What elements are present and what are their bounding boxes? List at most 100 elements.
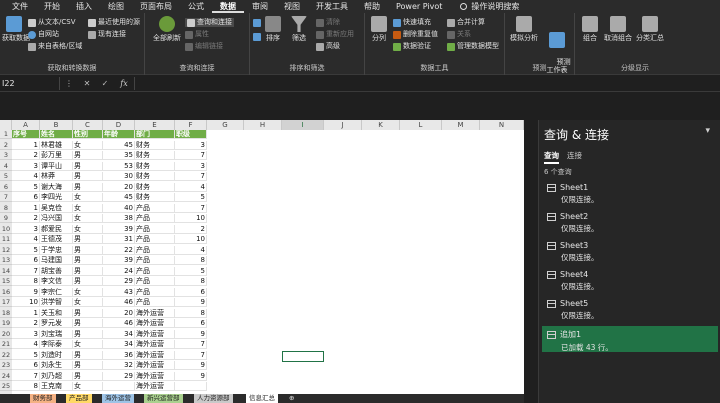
table-cell[interactable]: 男 bbox=[73, 350, 103, 360]
table-cell[interactable]: 男 bbox=[73, 308, 103, 318]
table-cell[interactable]: 9 bbox=[175, 298, 207, 307]
table-cell[interactable]: 8 bbox=[175, 256, 207, 265]
column-header[interactable]: M bbox=[442, 120, 480, 130]
query-item[interactable]: Sheet3 仅限连接。 bbox=[542, 238, 718, 264]
menu-view[interactable]: 视图 bbox=[276, 0, 308, 13]
table-header-cell[interactable]: 年龄 bbox=[103, 130, 135, 139]
table-cell[interactable]: 海外运营 bbox=[135, 350, 175, 360]
active-cell[interactable] bbox=[282, 350, 324, 362]
table-cell[interactable]: 产品 bbox=[135, 266, 175, 276]
table-cell[interactable]: 7 bbox=[175, 203, 207, 213]
table-cell[interactable]: 产品 bbox=[135, 277, 175, 286]
queries-connections-button[interactable]: 查询和连接 bbox=[185, 18, 234, 27]
row-header[interactable]: 6 bbox=[0, 183, 12, 192]
table-cell[interactable]: 3 bbox=[12, 329, 40, 339]
get-data-button[interactable]: 获取数据 bbox=[2, 16, 30, 42]
table-cell[interactable]: 5 bbox=[12, 350, 40, 360]
row-header[interactable]: 7 bbox=[0, 193, 12, 202]
column-header[interactable]: G bbox=[207, 120, 244, 130]
table-header-cell[interactable]: 部门 bbox=[135, 130, 175, 139]
table-cell[interactable]: 4 bbox=[175, 182, 207, 192]
table-cell[interactable]: 8 bbox=[175, 308, 207, 318]
row-header[interactable]: 15 bbox=[0, 277, 12, 286]
pane-options-icon[interactable]: ▾ bbox=[705, 126, 710, 136]
table-cell[interactable] bbox=[103, 382, 135, 391]
table-cell[interactable]: 李宗仁 bbox=[40, 287, 73, 297]
table-cell[interactable]: 39 bbox=[103, 256, 135, 265]
row-header[interactable]: 3 bbox=[0, 151, 12, 160]
table-cell[interactable]: 9 bbox=[175, 361, 207, 370]
table-cell[interactable]: 31 bbox=[103, 235, 135, 244]
recent-sources-button[interactable]: 最近使用的源 bbox=[88, 18, 140, 27]
select-all-corner[interactable] bbox=[0, 120, 12, 130]
table-cell[interactable]: 产品 bbox=[135, 287, 175, 297]
table-cell[interactable]: 洪学智 bbox=[40, 298, 73, 307]
table-cell[interactable]: 5 bbox=[12, 182, 40, 192]
table-cell[interactable]: 38 bbox=[103, 214, 135, 223]
table-cell[interactable]: 男 bbox=[73, 172, 103, 181]
subtotal-button[interactable]: 分类汇总 bbox=[635, 16, 665, 42]
table-cell[interactable]: 1 bbox=[12, 140, 40, 150]
column-header[interactable]: E bbox=[135, 120, 175, 130]
sheet-tab[interactable]: 海外运营 bbox=[102, 394, 134, 403]
tab-queries[interactable]: 查询 bbox=[544, 150, 559, 164]
ungroup-button[interactable]: 取消组合 bbox=[603, 16, 633, 42]
table-cell[interactable]: 35 bbox=[103, 151, 135, 160]
table-cell[interactable]: 海外运营 bbox=[135, 308, 175, 318]
table-cell[interactable]: 7 bbox=[175, 340, 207, 349]
row-header[interactable]: 11 bbox=[0, 235, 12, 244]
column-header[interactable]: C bbox=[73, 120, 103, 130]
table-cell[interactable]: 女 bbox=[73, 193, 103, 202]
menu-data[interactable]: 数据 bbox=[212, 0, 244, 13]
text-to-columns-button[interactable]: 分列 bbox=[369, 16, 389, 42]
row-header[interactable]: 5 bbox=[0, 172, 12, 181]
table-cell[interactable]: 43 bbox=[103, 287, 135, 297]
table-cell[interactable]: 男 bbox=[73, 329, 103, 339]
table-cell[interactable]: 29 bbox=[103, 277, 135, 286]
table-header-cell[interactable]: 性别 bbox=[73, 130, 103, 139]
row-header[interactable]: 4 bbox=[0, 162, 12, 171]
table-cell[interactable]: 4 bbox=[12, 172, 40, 181]
sheet-tab[interactable]: 产品部 bbox=[66, 394, 92, 403]
table-cell[interactable]: 罗元发 bbox=[40, 319, 73, 328]
table-cell[interactable]: 6 bbox=[12, 193, 40, 202]
table-cell[interactable]: 产品 bbox=[135, 245, 175, 255]
column-header[interactable]: A bbox=[12, 120, 40, 130]
table-cell[interactable]: 5 bbox=[175, 266, 207, 276]
menu-power-pivot[interactable]: Power Pivot bbox=[388, 0, 450, 13]
table-cell[interactable]: 海外运营 bbox=[135, 340, 175, 349]
filter-button[interactable]: 筛选 bbox=[290, 16, 308, 42]
table-cell[interactable]: 2 bbox=[12, 151, 40, 160]
table-cell[interactable]: 女 bbox=[73, 203, 103, 213]
table-cell[interactable]: 王克南 bbox=[40, 382, 73, 391]
row-header[interactable]: 13 bbox=[0, 256, 12, 265]
row-header[interactable]: 9 bbox=[0, 214, 12, 223]
table-cell[interactable]: 刘宝瑞 bbox=[40, 329, 73, 339]
menu-insert[interactable]: 插入 bbox=[68, 0, 100, 13]
column-header[interactable]: H bbox=[244, 120, 282, 130]
table-cell[interactable]: 李四光 bbox=[40, 193, 73, 202]
sort-za-button[interactable] bbox=[253, 33, 261, 41]
table-cell[interactable]: 男 bbox=[73, 235, 103, 244]
column-header[interactable]: D bbox=[103, 120, 135, 130]
table-cell[interactable]: 女 bbox=[73, 287, 103, 297]
table-cell[interactable]: 2 bbox=[12, 319, 40, 328]
table-cell[interactable]: 谢大海 bbox=[40, 182, 73, 192]
row-header[interactable]: 16 bbox=[0, 288, 12, 297]
formula-input[interactable] bbox=[134, 77, 720, 90]
table-cell[interactable]: 10 bbox=[175, 235, 207, 244]
table-cell[interactable]: 46 bbox=[103, 298, 135, 307]
table-cell[interactable]: 2 bbox=[175, 224, 207, 234]
edit-links-button[interactable]: 编辑链接 bbox=[185, 42, 223, 51]
table-cell[interactable]: 彭万里 bbox=[40, 151, 73, 160]
table-cell[interactable]: 32 bbox=[103, 361, 135, 370]
menu-help[interactable]: 帮助 bbox=[356, 0, 388, 13]
properties-button[interactable]: 属性 bbox=[185, 30, 209, 39]
table-cell[interactable]: 10 bbox=[12, 298, 40, 307]
reapply-button[interactable]: 重新应用 bbox=[316, 30, 354, 39]
table-cell[interactable]: 海外运营 bbox=[135, 361, 175, 370]
menu-developer[interactable]: 开发工具 bbox=[308, 0, 356, 13]
row-header[interactable]: 2 bbox=[0, 141, 12, 150]
table-cell[interactable]: 4 bbox=[175, 245, 207, 255]
consolidate-button[interactable]: 合并计算 bbox=[447, 18, 485, 27]
